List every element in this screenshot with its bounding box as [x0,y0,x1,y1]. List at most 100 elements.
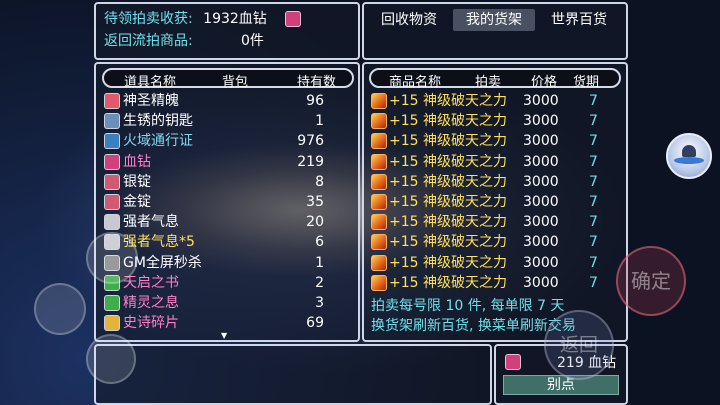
inventory-item-count: 6 [315,234,324,251]
sword-weapon-icon [371,173,387,190]
blood-diamond-icon [104,153,120,170]
dont-click-button[interactable]: 别点 [503,375,619,395]
silver-ingot-icon [104,173,120,190]
inventory-row[interactable]: 史诗碎片 69 [104,313,330,333]
shelf-header: 商品名称 拍卖 价格 货期 [369,68,621,90]
sword-weapon-icon [371,214,387,231]
aura-orb-icon [104,214,120,231]
pending-value: 1932血钻 [203,11,267,27]
inventory-item-name: 金锭 [123,194,151,210]
shelf-item-name: +15 神级破天之力 [389,113,507,130]
inventory-row[interactable]: 火域通行证 976 [104,131,330,151]
shelf-item-period: 7 [589,133,598,150]
game-screen: { "top_info": { "pending_label": "待领拍卖收获… [0,0,720,405]
header-item-name: 道具名称 [124,75,177,90]
spirit-orb-icon [104,295,120,311]
inventory-row[interactable]: 血钻 219 [104,152,330,172]
tab-my-shelf-label: 我的货架 [466,12,522,28]
ufo-avatar-icon[interactable] [666,133,712,179]
inventory-item-name: 史诗碎片 [123,315,179,332]
header-goods-name: 商品名称 [389,75,442,90]
inventory-item-count: 1 [315,254,324,271]
inventory-item-name: 银锭 [123,173,151,190]
header-period: 货期 [573,75,600,90]
inventory-row[interactable]: 强者气息*5 6 [104,232,330,252]
back-label: 返回 [559,334,598,356]
sword-weapon-icon [371,93,387,109]
confirm-button[interactable]: 确定 [616,246,686,316]
shelf-item-price: 3000 [523,93,559,109]
inventory-item-count: 96 [306,93,324,109]
inventory-item-count: 8 [315,173,324,190]
inventory-row[interactable]: 神圣精魄 96 [104,91,330,111]
shelf-item-name: +15 神级破天之力 [389,153,507,170]
shelf-item-name: +15 神级破天之力 [389,93,507,109]
shelf-row[interactable]: +15 神级破天之力 3000 7 [371,212,609,232]
inventory-item-name: 精灵之息 [123,295,179,311]
shelf-item-name: +15 神级破天之力 [389,173,507,190]
shelf-item-period: 7 [589,274,598,291]
shelf-row[interactable]: +15 神级破天之力 3000 7 [371,152,609,172]
sword-weapon-icon [371,133,387,150]
shelf-item-price: 3000 [523,234,559,251]
inventory-item-name: 火域通行证 [123,133,193,150]
shelf-row[interactable]: +15 神级破天之力 3000 7 [371,273,609,293]
tab-recycle[interactable]: 回收物资 [372,9,446,31]
inventory-item-count: 20 [306,214,324,231]
returned-items-row: 返回流拍商品: 0件 [104,31,264,51]
back-button[interactable]: 返回 [544,310,614,380]
sword-weapon-icon [371,274,387,291]
confirm-label: 确定 [631,269,671,293]
shelf-item-period: 7 [589,194,598,210]
inventory-row[interactable]: 银锭 8 [104,172,330,192]
shelf-item-price: 3000 [523,254,559,271]
tab-recycle-label: 回收物资 [381,12,437,28]
pending-earnings-row: 待领拍卖收获: 1932血钻 [104,9,267,29]
description-panel [94,344,492,405]
shelf-row[interactable]: +15 神级破天之力 3000 7 [371,111,609,131]
shelf-row[interactable]: +15 神级破天之力 3000 7 [371,131,609,151]
inventory-row[interactable]: 强者气息 20 [104,212,330,232]
shelf-item-price: 3000 [523,133,559,150]
inventory-item-name: 神圣精魄 [123,93,179,109]
inventory-row[interactable]: 精灵之息 3 [104,293,330,313]
shelf-item-price: 3000 [523,274,559,291]
shelf-item-name: +15 神级破天之力 [389,214,507,231]
tab-my-shelf[interactable]: 我的货架 [453,9,535,31]
inventory-item-count: 2 [315,274,324,291]
sword-weapon-icon [371,194,387,210]
inventory-header: 道具名称 背包 持有数 [102,68,354,90]
sword-weapon-icon [371,234,387,251]
shelf-item-name: +15 神级破天之力 [389,194,507,210]
sword-weapon-icon [371,153,387,170]
joystick-left-button[interactable] [34,283,86,335]
joystick-up-button[interactable] [86,232,138,284]
blood-diamond-icon [285,11,301,27]
shelf-item-period: 7 [589,214,598,231]
shelf-row[interactable]: +15 神级破天之力 3000 7 [371,91,609,111]
inventory-row[interactable]: 天启之书 2 [104,273,330,293]
inventory-row[interactable]: 金锭 35 [104,192,330,212]
shelf-row[interactable]: +15 神级破天之力 3000 7 [371,172,609,192]
shelf-item-period: 7 [589,93,598,109]
header-auction: 拍卖 [475,75,502,90]
inventory-row[interactable]: 生锈的钥匙 1 [104,111,330,131]
header-price: 价格 [531,75,558,90]
inventory-item-count: 3 [315,295,324,311]
shelf-item-period: 7 [589,254,598,271]
inventory-item-name: 强者气息 [123,214,179,231]
tab-world-store[interactable]: 世界百货 [540,9,618,31]
heart-potion-icon [104,93,120,109]
tab-world-store-label: 世界百货 [551,12,607,28]
inventory-item-count: 35 [306,194,324,210]
inventory-item-count: 219 [297,153,324,170]
sword-weapon-icon [371,113,387,130]
shelf-row[interactable]: +15 神级破天之力 3000 7 [371,192,609,212]
joystick-down-button[interactable] [86,334,136,384]
shelf-row[interactable]: +15 神级破天之力 3000 7 [371,232,609,252]
shelf-item-period: 7 [589,113,598,130]
shelf-row[interactable]: +15 神级破天之力 3000 7 [371,253,609,273]
blood-diamond-icon [505,354,521,370]
shelf-item-name: +15 神级破天之力 [389,234,507,251]
scroll-down-indicator[interactable]: ▼ [221,331,227,340]
